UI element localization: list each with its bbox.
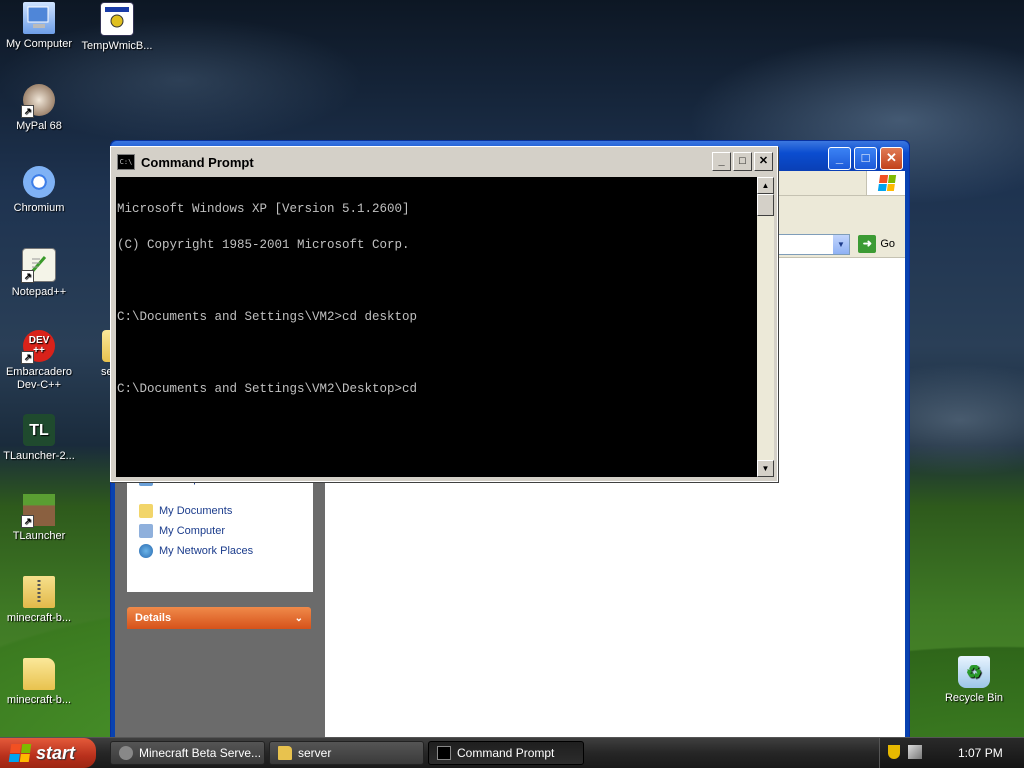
desktop-icon-label: Notepad++ (11, 286, 67, 298)
cmd-console[interactable]: Microsoft Windows XP [Version 5.1.2600] … (116, 177, 757, 477)
tlauncher-icon: TL (23, 414, 55, 446)
security-shield-icon[interactable] (888, 745, 900, 759)
cmd-icon: C:\ (117, 154, 135, 170)
taskbar-item-server[interactable]: server (269, 741, 424, 765)
desktop-icon-label: se (101, 366, 112, 378)
place-my-computer[interactable]: My Computer (127, 521, 313, 541)
minimize-button[interactable]: _ (828, 147, 851, 170)
desktop-icon-label: minecraft-b... (6, 694, 72, 706)
desktop-icon-recycle-bin[interactable]: ♻ Recycle Bin (936, 656, 1012, 705)
console-line: C:\Documents and Settings\VM2>cd desktop (117, 310, 418, 324)
my-documents-icon (139, 504, 153, 518)
cmd-icon (437, 746, 451, 760)
cmd-scrollbar[interactable]: ▲ ▼ (757, 177, 774, 477)
command-prompt-window[interactable]: C:\ Command Prompt _ □ ✕ Microsoft Windo… (110, 146, 778, 482)
address-input[interactable]: ▼ (768, 234, 850, 255)
desktop-icon-minecraft-zip[interactable]: minecraft-b... (1, 576, 77, 625)
maximize-button[interactable]: □ (854, 147, 877, 170)
start-button[interactable]: start (0, 738, 96, 768)
other-places-box: Desktop My Documents My Computer My Netw… (127, 477, 313, 592)
desktop-icon-notepadpp[interactable]: Notepad++ (1, 248, 77, 299)
minecraft-block-icon (21, 494, 55, 528)
close-button[interactable]: ✕ (880, 147, 903, 170)
computer-icon (23, 2, 55, 34)
folder-icon (278, 746, 292, 760)
computer-icon (139, 524, 153, 538)
desktop-icon-my-computer[interactable]: My Computer (1, 2, 77, 51)
zip-folder-icon (23, 576, 55, 608)
batch-file-icon (100, 2, 134, 36)
folder-icon (23, 658, 55, 690)
details-panel-header[interactable]: Details ⌄ (127, 607, 311, 629)
chromium-icon (23, 166, 55, 198)
desktop-icon-chromium[interactable]: Chromium (1, 166, 77, 215)
go-label: Go (880, 238, 895, 250)
taskbar: start Minecraft Beta Serve... server Com… (0, 737, 1024, 768)
taskbar-item-command-prompt[interactable]: Command Prompt (428, 741, 584, 765)
details-label: Details (135, 612, 172, 624)
console-line: Microsoft Windows XP [Version 5.1.2600] (117, 202, 410, 216)
network-icon (139, 544, 153, 558)
scroll-down-arrow-icon[interactable]: ▼ (757, 460, 774, 477)
desktop-icon-label: minecraft-b... (6, 612, 72, 624)
cmd-window-controls: _ □ ✕ (712, 152, 773, 171)
close-button[interactable]: ✕ (754, 152, 773, 171)
desktop-icon-label: My Computer (5, 38, 73, 50)
java-app-icon (119, 746, 133, 760)
desktop-icon-label: MyPal 68 (16, 120, 62, 132)
cmd-title: Command Prompt (141, 154, 254, 170)
desktop-icon-minecraft-folder[interactable]: minecraft-b... (1, 658, 77, 707)
scroll-up-arrow-icon[interactable]: ▲ (757, 177, 774, 194)
desktop-icon-server-folder[interactable]: se (72, 330, 112, 379)
scroll-thumb[interactable] (757, 194, 774, 216)
clock[interactable]: 1:07 PM (958, 746, 1003, 760)
desktop-icon-label: TLauncher-2... (3, 450, 75, 462)
chevron-down-icon[interactable]: ⌄ (295, 613, 303, 624)
maximize-button[interactable]: □ (733, 152, 752, 171)
minimize-button[interactable]: _ (712, 152, 731, 171)
go-arrow-icon: ➜ (858, 235, 877, 253)
chevron-down-icon[interactable]: ▼ (833, 235, 849, 254)
devcpp-icon: DEV ++ (21, 330, 55, 364)
desktop-icon-tempwmicb[interactable]: TempWmicB... (79, 2, 155, 53)
desktop-icon-devcpp[interactable]: DEV ++ Embarcadero Dev-C++ (1, 330, 77, 392)
desktop-icon-mypal[interactable]: MyPal 68 (1, 84, 77, 133)
place-my-network-places[interactable]: My Network Places (127, 541, 313, 561)
desktop-icon-label: Chromium (13, 202, 65, 214)
explorer-window-controls: _ □ ✕ (828, 147, 903, 170)
windows-logo-icon (8, 744, 32, 762)
place-my-documents[interactable]: My Documents (127, 501, 313, 521)
console-line: C:\Documents and Settings\VM2\Desktop>cd (117, 382, 418, 396)
notepadpp-icon (21, 248, 56, 283)
mypal-icon (21, 84, 55, 118)
network-icon[interactable] (908, 745, 922, 759)
system-tray: 1:07 PM (879, 738, 1024, 768)
recycle-bin-icon: ♻ (958, 656, 990, 688)
desktop-icon-label: Embarcadero Dev-C++ (5, 366, 73, 391)
go-button[interactable]: ➜ Go (858, 235, 895, 253)
taskbar-item-minecraft-server[interactable]: Minecraft Beta Serve... (110, 741, 265, 765)
desktop-icon-label: TempWmicB... (81, 40, 153, 52)
cmd-titlebar[interactable]: C:\ Command Prompt _ □ ✕ (113, 149, 775, 175)
desktop-icon-tlauncher[interactable]: TLauncher (1, 494, 77, 543)
start-label: start (36, 742, 76, 763)
desktop-icon-label: Recycle Bin (944, 692, 1004, 704)
desktop-icon-tlauncher-installer[interactable]: TL TLauncher-2... (1, 414, 77, 463)
windows-logo-icon (866, 171, 905, 195)
desktop-icon-label: TLauncher (12, 530, 66, 542)
console-line: (C) Copyright 1985-2001 Microsoft Corp. (117, 238, 410, 252)
